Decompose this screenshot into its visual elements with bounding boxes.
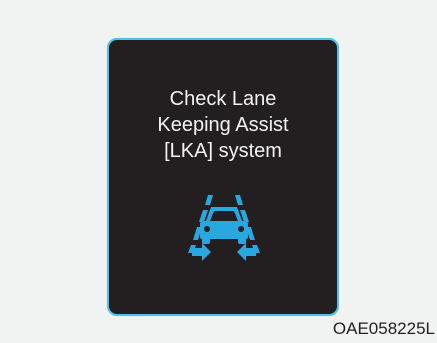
warning-message-line-1: Check Lane [169, 88, 277, 110]
warning-message-line-3: [LKA] system [164, 140, 282, 162]
lane-keeping-assist-icon [188, 195, 260, 261]
warning-message-line-2: Keeping Assist [157, 114, 289, 136]
figure-code: OAE058225L [332, 319, 435, 338]
warning-message: Check Lane Keeping Assist [LKA] system [109, 86, 337, 164]
lka-warning-panel: Check Lane Keeping Assist [LKA] system [107, 38, 339, 316]
